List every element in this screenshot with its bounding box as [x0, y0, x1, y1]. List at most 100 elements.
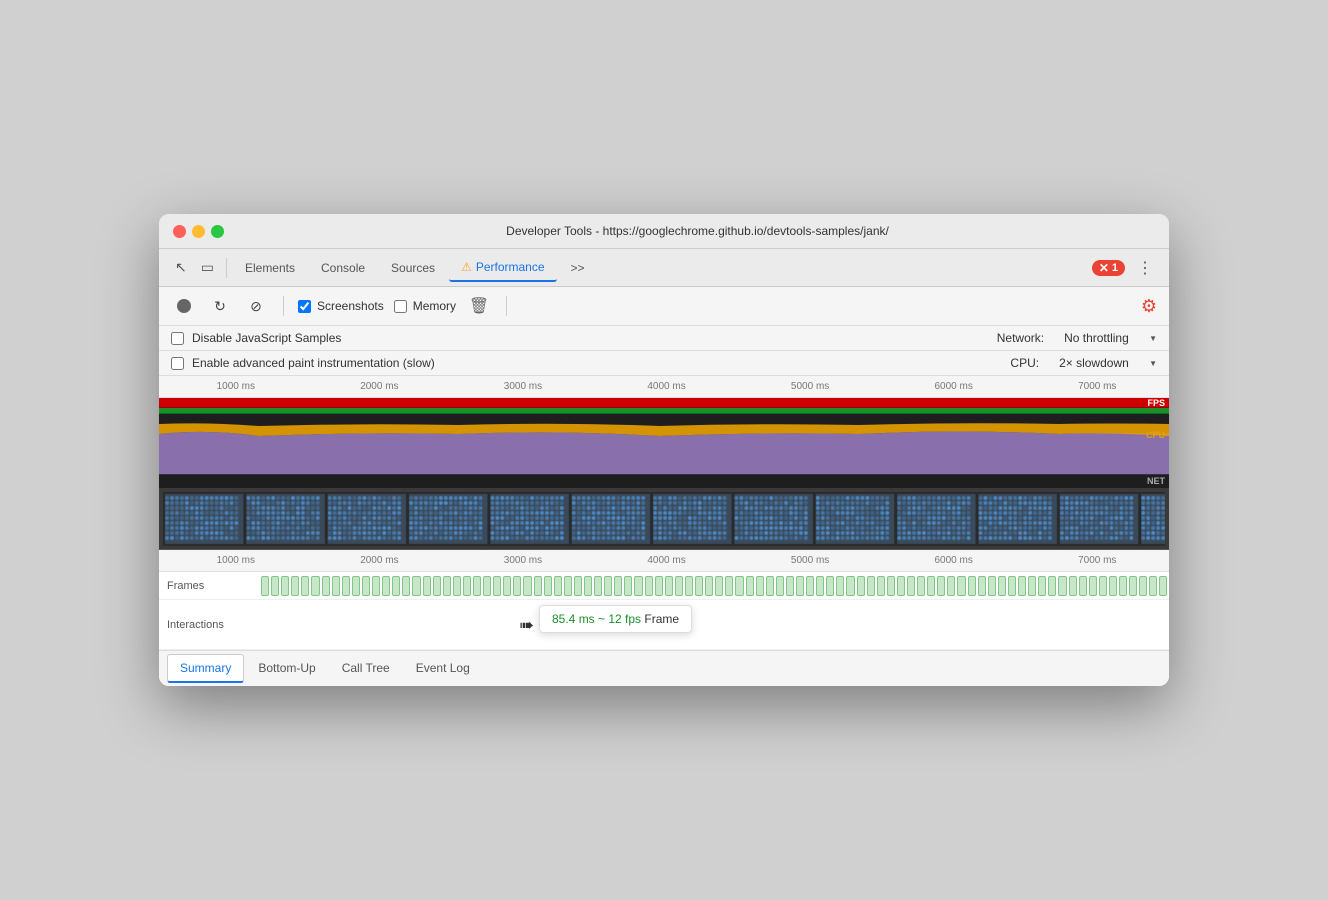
frame-block[interactable]	[301, 576, 309, 596]
frame-block[interactable]	[564, 576, 572, 596]
frame-block[interactable]	[513, 576, 521, 596]
minimize-button[interactable]	[192, 225, 205, 238]
frame-block[interactable]	[857, 576, 865, 596]
reload-record-button[interactable]: ↻	[207, 293, 233, 319]
frame-block[interactable]	[473, 576, 481, 596]
frame-block[interactable]	[735, 576, 743, 596]
frame-block[interactable]	[705, 576, 713, 596]
frame-block[interactable]	[645, 576, 653, 596]
frame-block[interactable]	[463, 576, 471, 596]
frame-block[interactable]	[281, 576, 289, 596]
frame-block[interactable]	[988, 576, 996, 596]
frame-block[interactable]	[362, 576, 370, 596]
frame-block[interactable]	[826, 576, 834, 596]
tab-elements[interactable]: Elements	[233, 255, 307, 281]
frame-block[interactable]	[897, 576, 905, 596]
frame-block[interactable]	[947, 576, 955, 596]
frame-block[interactable]	[392, 576, 400, 596]
disable-js-samples-checkbox[interactable]	[171, 332, 184, 345]
frame-block[interactable]	[503, 576, 511, 596]
frame-block[interactable]	[584, 576, 592, 596]
memory-checkbox[interactable]	[394, 300, 407, 313]
frame-block[interactable]	[917, 576, 925, 596]
frame-block[interactable]	[1038, 576, 1046, 596]
frame-block[interactable]	[968, 576, 976, 596]
frame-block[interactable]	[1109, 576, 1117, 596]
frame-block[interactable]	[675, 576, 683, 596]
frame-block[interactable]	[261, 576, 269, 596]
frame-block[interactable]	[887, 576, 895, 596]
frame-block[interactable]	[937, 576, 945, 596]
frame-block[interactable]	[907, 576, 915, 596]
tab-performance[interactable]: ⚠Performance	[449, 254, 556, 282]
frame-block[interactable]	[1119, 576, 1127, 596]
frame-block[interactable]	[846, 576, 854, 596]
frame-block[interactable]	[332, 576, 340, 596]
settings-icon[interactable]: ⚙	[1141, 296, 1157, 317]
frame-block[interactable]	[544, 576, 552, 596]
frame-block[interactable]	[695, 576, 703, 596]
frame-block[interactable]	[523, 576, 531, 596]
frame-block[interactable]	[1149, 576, 1157, 596]
frame-block[interactable]	[483, 576, 491, 596]
frame-block[interactable]	[1069, 576, 1077, 596]
tab-event-log[interactable]: Event Log	[404, 655, 482, 683]
memory-label[interactable]: Memory	[413, 299, 456, 313]
cursor-tool-button[interactable]: ↖	[169, 255, 193, 280]
device-toggle-button[interactable]: ▭	[195, 255, 220, 280]
cpu-select[interactable]: 2× slowdown	[1059, 356, 1145, 370]
frame-block[interactable]	[685, 576, 693, 596]
frame-block[interactable]	[453, 576, 461, 596]
network-select[interactable]: No throttling	[1064, 331, 1145, 345]
overview-charts[interactable]: FPS CPU NET	[159, 398, 1169, 488]
screenshots-checkbox[interactable]	[298, 300, 311, 313]
frame-block[interactable]	[322, 576, 330, 596]
frame-block[interactable]	[493, 576, 501, 596]
frame-block[interactable]	[796, 576, 804, 596]
frame-block[interactable]	[776, 576, 784, 596]
frame-block[interactable]	[311, 576, 319, 596]
frame-block[interactable]	[1018, 576, 1026, 596]
frame-block[interactable]	[554, 576, 562, 596]
frame-block[interactable]	[655, 576, 663, 596]
frame-block[interactable]	[877, 576, 885, 596]
frame-block[interactable]	[957, 576, 965, 596]
frame-block[interactable]	[756, 576, 764, 596]
enable-paint-checkbox[interactable]	[171, 357, 184, 370]
frame-block[interactable]	[443, 576, 451, 596]
frame-block[interactable]	[1089, 576, 1097, 596]
tab-summary[interactable]: Summary	[167, 654, 244, 683]
frame-block[interactable]	[1008, 576, 1016, 596]
frame-block[interactable]	[816, 576, 824, 596]
frame-block[interactable]	[836, 576, 844, 596]
frame-block[interactable]	[1129, 576, 1137, 596]
frame-block[interactable]	[1139, 576, 1147, 596]
frame-block[interactable]	[1058, 576, 1066, 596]
frame-block[interactable]	[574, 576, 582, 596]
clear-button[interactable]: ⊘	[243, 293, 269, 319]
frame-block[interactable]	[1159, 576, 1167, 596]
frame-block[interactable]	[594, 576, 602, 596]
tab-sources[interactable]: Sources	[379, 255, 447, 281]
tab-bottom-up[interactable]: Bottom-Up	[246, 655, 327, 683]
frame-block[interactable]	[423, 576, 431, 596]
frame-block[interactable]	[342, 576, 350, 596]
frame-block[interactable]	[372, 576, 380, 596]
close-button[interactable]	[173, 225, 186, 238]
frame-block[interactable]	[352, 576, 360, 596]
frame-block[interactable]	[725, 576, 733, 596]
frame-block[interactable]	[1079, 576, 1087, 596]
disable-js-samples-label[interactable]: Disable JavaScript Samples	[192, 331, 341, 345]
frame-block[interactable]	[1048, 576, 1056, 596]
frame-block[interactable]	[624, 576, 632, 596]
frame-block[interactable]	[746, 576, 754, 596]
frame-block[interactable]	[715, 576, 723, 596]
frame-block[interactable]	[382, 576, 390, 596]
frame-block[interactable]	[665, 576, 673, 596]
frame-block[interactable]	[998, 576, 1006, 596]
frame-block[interactable]	[614, 576, 622, 596]
frame-block[interactable]	[1099, 576, 1107, 596]
record-button[interactable]	[171, 293, 197, 319]
screenshots-label[interactable]: Screenshots	[317, 299, 384, 313]
frame-block[interactable]	[766, 576, 774, 596]
